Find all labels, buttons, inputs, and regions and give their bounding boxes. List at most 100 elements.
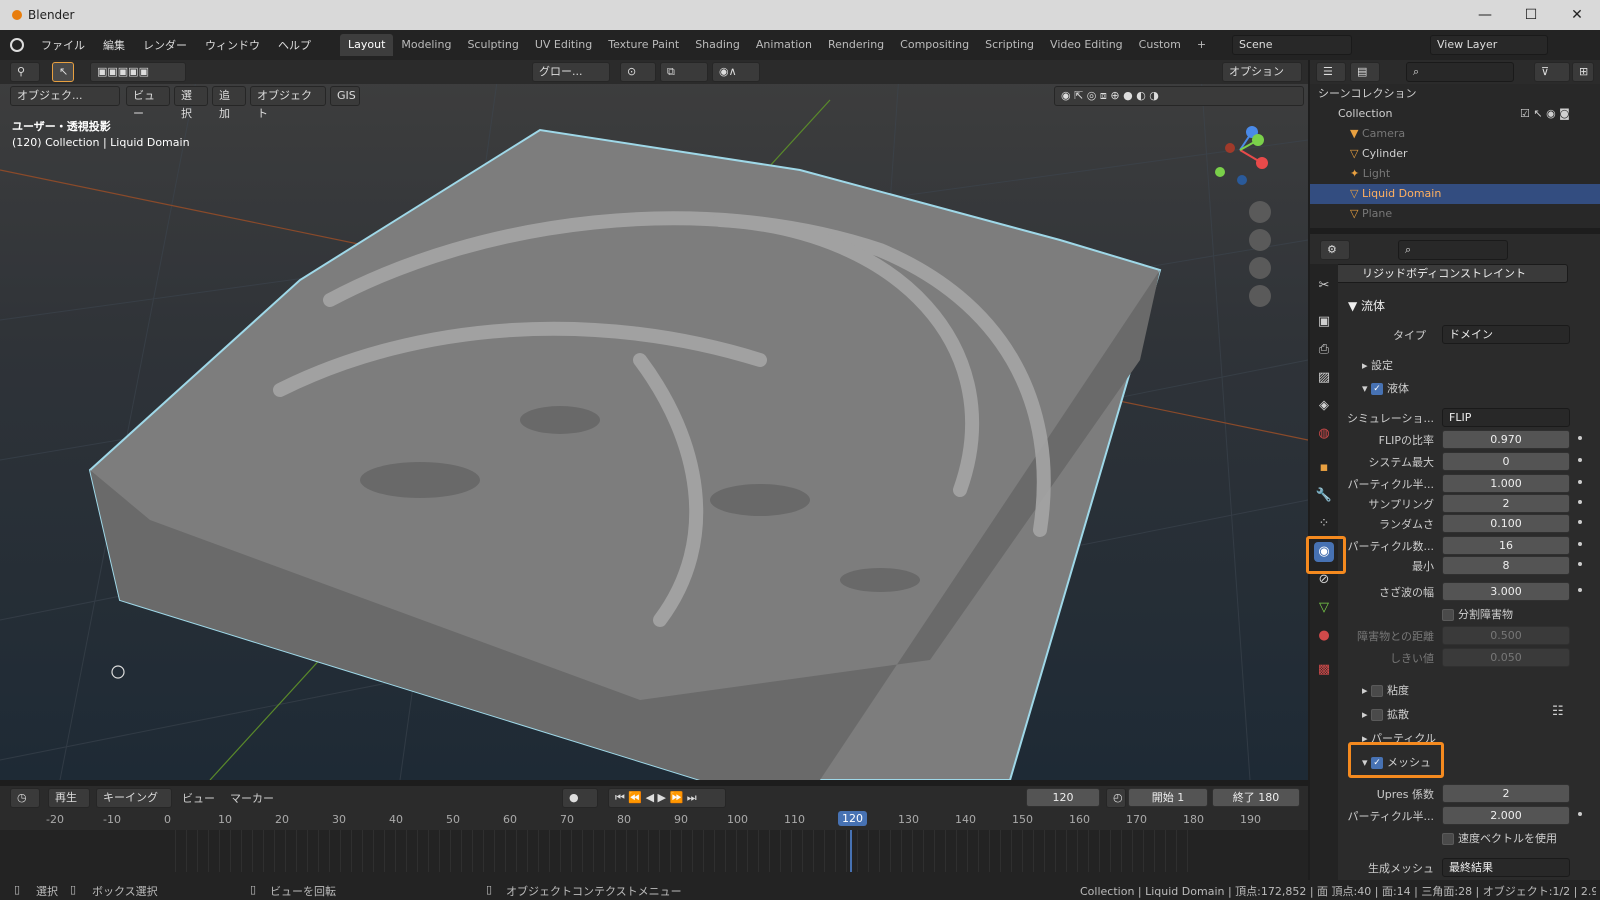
- sampling-field[interactable]: 2: [1442, 494, 1570, 513]
- properties-search-icon[interactable]: ⌕: [1398, 240, 1508, 260]
- proportional-icon[interactable]: ◉∧: [712, 62, 760, 82]
- menu-add[interactable]: 追加: [212, 86, 246, 120]
- maximize-button[interactable]: ☐: [1508, 0, 1554, 30]
- keyframe-dot[interactable]: [1578, 520, 1582, 524]
- options-dropdown[interactable]: オプション: [1222, 62, 1302, 82]
- menu-help[interactable]: ヘルプ: [269, 37, 320, 53]
- menu-view[interactable]: ビュー: [126, 86, 170, 120]
- menu-gis[interactable]: GIS: [330, 86, 360, 106]
- menu-window[interactable]: ウィンドウ: [196, 37, 269, 53]
- tab-animation[interactable]: Animation: [748, 34, 820, 56]
- simulation-method-dropdown[interactable]: FLIP: [1442, 408, 1570, 427]
- viscosity-checkbox[interactable]: [1371, 685, 1384, 697]
- minimum-field[interactable]: 8: [1442, 556, 1570, 575]
- outliner-item-plane[interactable]: ▽ Plane: [1310, 204, 1600, 224]
- snap-icon[interactable]: ⧉: [660, 62, 708, 82]
- narrow-band-field[interactable]: 3.000: [1442, 582, 1570, 601]
- outliner-search-icon[interactable]: ⌕: [1406, 62, 1514, 82]
- keyframe-dot[interactable]: [1578, 588, 1582, 592]
- scene-field[interactable]: Scene: [1232, 35, 1352, 55]
- particle-count-field[interactable]: 16: [1442, 536, 1570, 555]
- tab-custom[interactable]: Custom: [1131, 34, 1189, 56]
- timeline-editor-icon[interactable]: ◷: [10, 788, 40, 808]
- timeline-menu-view[interactable]: ビュー: [182, 790, 215, 806]
- keyframe-dot[interactable]: [1578, 812, 1582, 816]
- filter-icon[interactable]: ⊽: [1534, 62, 1570, 82]
- randomness-field[interactable]: 0.100: [1442, 514, 1570, 533]
- select-mode-icons[interactable]: ▣▣▣▣▣: [90, 62, 186, 82]
- stopwatch-icon[interactable]: ◴: [1106, 788, 1126, 808]
- generate-dropdown[interactable]: 最終結果: [1442, 858, 1570, 877]
- display-mode-icon[interactable]: ▤: [1350, 62, 1380, 82]
- particle-radius-field[interactable]: 1.000: [1442, 474, 1570, 493]
- outliner-item-light[interactable]: ✦ Light: [1310, 164, 1600, 184]
- fractional-checkbox[interactable]: [1442, 609, 1454, 621]
- outliner-item-liquid-domain[interactable]: ▽ Liquid Domain: [1310, 184, 1600, 204]
- playback-dropdown[interactable]: 再生: [48, 788, 90, 808]
- rigid-constraint-button[interactable]: リジッドボディコンストレイント: [1320, 264, 1568, 283]
- view-layer-field[interactable]: View Layer: [1430, 35, 1548, 55]
- view-layer-tab-icon[interactable]: ▨: [1314, 368, 1334, 388]
- collection-row[interactable]: Collection ☑ ↖ ◉ ◙: [1310, 104, 1600, 124]
- keyframe-dot[interactable]: [1578, 458, 1582, 462]
- threshold-field[interactable]: 0.050: [1442, 648, 1570, 667]
- current-frame-field[interactable]: 120: [1026, 788, 1100, 807]
- settings-subpanel[interactable]: ▸ 設定: [1362, 357, 1393, 373]
- fluid-panel-header[interactable]: ▼ 流体: [1348, 297, 1385, 314]
- outliner-item-cylinder[interactable]: ▽ Cylinder: [1310, 144, 1600, 164]
- scene-collection-row[interactable]: シーンコレクション: [1310, 84, 1600, 104]
- tab-texture-paint[interactable]: Texture Paint: [600, 34, 687, 56]
- fractional-obstacles[interactable]: 分割障害物: [1442, 606, 1513, 622]
- outliner-editor-icon[interactable]: ☰: [1316, 62, 1346, 82]
- collection-visibility-icons[interactable]: ☑ ↖ ◉ ◙: [1520, 104, 1570, 124]
- system-max-field[interactable]: 0: [1442, 452, 1570, 471]
- menu-render[interactable]: レンダー: [134, 37, 196, 53]
- pivot-icon[interactable]: ⊙: [620, 62, 656, 82]
- list-icon[interactable]: ☷: [1552, 704, 1564, 719]
- outliner[interactable]: ☰ ▤ ⌕ ⊽ ⊞ シーンコレクション Collection ☑ ↖ ◉ ◙ ▼ …: [1310, 60, 1600, 228]
- speed-vectors[interactable]: 速度ベクトルを使用: [1442, 830, 1557, 846]
- type-dropdown[interactable]: ドメイン: [1442, 325, 1570, 344]
- start-frame-field[interactable]: 開始 1: [1128, 788, 1208, 807]
- viscosity-subpanel[interactable]: ▸ 粘度: [1362, 682, 1409, 698]
- menu-object[interactable]: オブジェクト: [250, 86, 326, 120]
- menu-file[interactable]: ファイル: [32, 37, 94, 53]
- record-button[interactable]: ●: [562, 788, 598, 808]
- render-tab-icon[interactable]: ▣: [1314, 312, 1334, 332]
- flip-ratio-field[interactable]: 0.970: [1442, 430, 1570, 449]
- diffusion-subpanel[interactable]: ▸ 拡散: [1362, 706, 1409, 722]
- close-button[interactable]: ✕: [1554, 0, 1600, 30]
- liquid-subpanel[interactable]: ▾ ✓ 液体: [1362, 380, 1409, 396]
- tab-sculpting[interactable]: Sculpting: [459, 34, 526, 56]
- tab-modeling[interactable]: Modeling: [393, 34, 459, 56]
- menu-edit[interactable]: 編集: [94, 37, 134, 53]
- tab-layout[interactable]: Layout: [340, 34, 394, 56]
- obstacle-distance-field[interactable]: 0.500: [1442, 626, 1570, 645]
- tab-uv-editing[interactable]: UV Editing: [527, 34, 600, 56]
- tab-rendering[interactable]: Rendering: [820, 34, 892, 56]
- tab-scripting[interactable]: Scripting: [977, 34, 1042, 56]
- outliner-item-camera[interactable]: ▼ Camera: [1310, 124, 1600, 144]
- new-collection-icon[interactable]: ⊞: [1572, 62, 1594, 82]
- liquid-checkbox[interactable]: ✓: [1371, 383, 1384, 395]
- speed-vectors-checkbox[interactable]: [1442, 833, 1454, 845]
- timeline-menu-marker[interactable]: マーカー: [230, 790, 274, 806]
- data-tab-icon[interactable]: ▽: [1314, 598, 1334, 618]
- shading-controls-icon[interactable]: ◉ ⇱ ◎ ⧈ ⊕ ● ◐ ◑: [1054, 86, 1304, 106]
- add-workspace-button[interactable]: +: [1189, 34, 1214, 56]
- mode-dropdown[interactable]: オブジェク...: [10, 86, 120, 106]
- transform-orientation-dropdown[interactable]: グロー...: [532, 62, 610, 82]
- keyframe-dot[interactable]: [1578, 500, 1582, 504]
- tab-shading[interactable]: Shading: [687, 34, 748, 56]
- editor-type-icon[interactable]: ⚲: [10, 62, 40, 82]
- tab-compositing[interactable]: Compositing: [892, 34, 977, 56]
- 3d-viewport[interactable]: [0, 60, 1308, 780]
- diffusion-checkbox[interactable]: [1371, 709, 1384, 721]
- keyframe-dot[interactable]: [1578, 480, 1582, 484]
- playback-controls[interactable]: ⏮ ⏪ ◀ ▶ ⏩ ⏭: [608, 788, 726, 808]
- blender-menu-icon[interactable]: [10, 38, 24, 52]
- tool-tab-icon[interactable]: ✂: [1314, 276, 1334, 296]
- minimize-button[interactable]: —: [1462, 0, 1508, 30]
- keyframe-dot[interactable]: [1578, 562, 1582, 566]
- timeline-ruler[interactable]: -20 -10 0 10 20 30 40 50 60 70 80 90 100…: [0, 810, 1308, 830]
